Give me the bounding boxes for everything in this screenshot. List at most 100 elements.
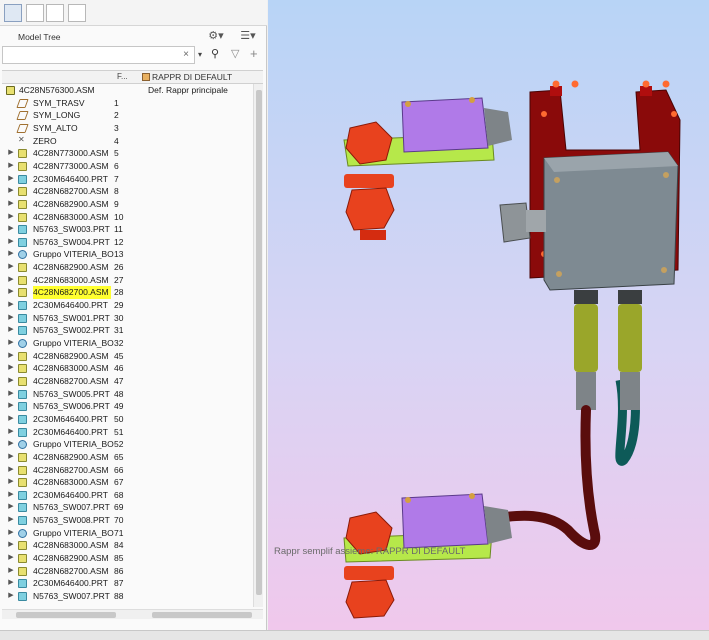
tree-item[interactable]: ▶ 2C30M646400.PRT 68	[2, 489, 252, 502]
expand-arrow-icon[interactable]: ▶	[7, 577, 15, 590]
tree-item[interactable]: ▶ 4C28N682900.ASM 26	[2, 261, 252, 274]
junction-box[interactable]	[543, 151, 679, 291]
expand-arrow-icon[interactable]: ▶	[7, 413, 15, 426]
layers-icon[interactable]	[26, 4, 44, 22]
tree-item[interactable]: ▶ N5763_SW006.PRT 49	[2, 400, 252, 413]
proximity-sensor-bottom[interactable]	[401, 493, 489, 549]
tree-item[interactable]: ▶ N5763_SW005.PRT 48	[2, 388, 252, 401]
find-icon[interactable]: ⚲	[211, 47, 219, 60]
tree-item[interactable]: ▶ N5763_SW007.PRT 88	[2, 590, 252, 603]
tree-item[interactable]: ▶ Gruppo VITERIA_BO 52	[2, 438, 252, 451]
tree-item[interactable]: ▶ 4C28N682900.ASM 45	[2, 350, 252, 363]
expand-arrow-icon[interactable]: ▶	[7, 211, 15, 224]
tree-item[interactable]: ▶ N5763_SW002.PRT 31	[2, 324, 252, 337]
expand-arrow-icon[interactable]: ▶	[7, 426, 15, 439]
assembly-3d-model[interactable]	[268, 0, 709, 630]
expand-arrow-icon[interactable]: ▶	[7, 552, 15, 565]
horizontal-scrollbar[interactable]	[2, 609, 263, 619]
expand-arrow-icon[interactable]: ▶	[7, 476, 15, 489]
feature-number-column-header[interactable]: F...	[117, 72, 128, 81]
cable-gland[interactable]	[499, 202, 531, 243]
tree-item[interactable]: ▶ 2C30M646400.PRT 7	[2, 173, 252, 186]
tree-item[interactable]: ▶ 4C28N683000.ASM 10	[2, 211, 252, 224]
expand-arrow-icon[interactable]: ▶	[7, 362, 15, 375]
search-dropdown-icon[interactable]: ▾	[198, 50, 202, 59]
folder-browser-icon[interactable]	[46, 4, 64, 22]
tree-item[interactable]: SYM_LONG 2	[2, 109, 252, 122]
tree-item[interactable]: ▶ Gruppo VITERIA_BO 32	[2, 337, 252, 350]
expand-arrow-icon[interactable]: ▶	[7, 451, 15, 464]
expand-arrow-icon[interactable]: ▶	[7, 438, 15, 451]
clear-search-icon[interactable]: ×	[183, 49, 189, 60]
hex-nut-lower[interactable]	[345, 187, 395, 231]
connector-left[interactable]	[574, 304, 598, 372]
tree-item[interactable]: ▶ 2C30M646400.PRT 50	[2, 413, 252, 426]
expand-arrow-icon[interactable]: ▶	[7, 539, 15, 552]
expand-arrow-icon[interactable]: ▶	[7, 185, 15, 198]
tree-item[interactable]: ▶ 4C28N682900.ASM 65	[2, 451, 252, 464]
tree-item[interactable]: ▶ 2C30M646400.PRT 29	[2, 299, 252, 312]
expand-arrow-icon[interactable]: ▶	[7, 400, 15, 413]
tree-item[interactable]: ▶ 4C28N773000.ASM 6	[2, 160, 252, 173]
expand-arrow-icon[interactable]: ▶	[7, 173, 15, 186]
expand-arrow-icon[interactable]: ▶	[7, 236, 15, 249]
vertical-scrollbar[interactable]	[253, 84, 263, 607]
expand-arrow-icon[interactable]: ▶	[7, 350, 15, 363]
tree-item[interactable]: ▶ 4C28N683000.ASM 67	[2, 476, 252, 489]
tree-item[interactable]: ▶ 4C28N682700.ASM 47	[2, 375, 252, 388]
tree-item[interactable]: ▶ 2C30M646400.PRT 51	[2, 426, 252, 439]
vertical-scroll-thumb[interactable]	[256, 90, 262, 595]
expand-arrow-icon[interactable]: ▶	[7, 565, 15, 578]
tree-item[interactable]: ▶ 4C28N682700.ASM 66	[2, 464, 252, 477]
tree-item[interactable]: ▶ Gruppo VITERIA_BO 71	[2, 527, 252, 540]
expand-arrow-icon[interactable]: ▶	[7, 464, 15, 477]
expand-arrow-icon[interactable]: ▶	[7, 388, 15, 401]
tree-settings-icon[interactable]: ⚙▾	[206, 29, 226, 43]
expand-arrow-icon[interactable]: ▶	[7, 299, 15, 312]
tree-item[interactable]: ▶ 4C28N682900.ASM 9	[2, 198, 252, 211]
tree-item[interactable]: ▶ 4C28N682700.ASM 86	[2, 565, 252, 578]
tree-item[interactable]: ▶ N5763_SW004.PRT 12	[2, 236, 252, 249]
horizontal-scroll-thumb[interactable]	[16, 612, 116, 618]
tree-item[interactable]: ▶ N5763_SW001.PRT 30	[2, 312, 252, 325]
search-input[interactable]: ×	[2, 46, 195, 64]
tree-item[interactable]: ▶ 4C28N683000.ASM 27	[2, 274, 252, 287]
filter-icon[interactable]: ▽	[231, 47, 239, 60]
tree-item[interactable]: ▶ Gruppo VITERIA_BO 13	[2, 248, 252, 261]
expand-arrow-icon[interactable]: ▶	[7, 261, 15, 274]
tree-item[interactable]: ▶ 4C28N683000.ASM 46	[2, 362, 252, 375]
expand-arrow-icon[interactable]: ▶	[7, 489, 15, 502]
tree-columns-icon[interactable]: ☰▾	[236, 29, 260, 43]
tree-item[interactable]: ZERO 4	[2, 134, 252, 148]
hex-nut-bottom-lower[interactable]	[345, 579, 395, 619]
tree-item[interactable]: ▶ 2C30M646400.PRT 87	[2, 577, 252, 590]
expand-arrow-icon[interactable]: ▶	[7, 147, 15, 160]
tree-item[interactable]: ▶ N5763_SW003.PRT 11	[2, 223, 252, 236]
expand-arrow-icon[interactable]: ▶	[7, 248, 15, 261]
graphics-viewport[interactable]: Rappr semplif assieme: RAPPR DI DEFAULT	[268, 0, 709, 630]
connector-right[interactable]	[618, 304, 642, 372]
tree-item[interactable]: ▶ 4C28N682900.ASM 85	[2, 552, 252, 565]
sensor-cable[interactable]	[493, 405, 601, 550]
tree-item[interactable]: SYM_ALTO 3	[2, 122, 252, 135]
expand-arrow-icon[interactable]: ▶	[7, 286, 15, 299]
expand-arrow-icon[interactable]: ▶	[7, 590, 15, 603]
expand-arrow-icon[interactable]: ▶	[7, 337, 15, 350]
add-column-icon[interactable]: +	[250, 46, 258, 61]
horizontal-scroll-thumb-right[interactable]	[152, 612, 252, 618]
expand-arrow-icon[interactable]: ▶	[7, 223, 15, 236]
expand-arrow-icon[interactable]: ▶	[7, 514, 15, 527]
tree-root-item[interactable]: 4C28N576300.ASM Def. Rappr principale	[2, 84, 252, 97]
representation-column-header[interactable]: RAPPR DI DEFAULT	[142, 72, 262, 82]
expand-arrow-icon[interactable]: ▶	[7, 375, 15, 388]
tree-item[interactable]: ▶ 4C28N682700.ASM 28	[2, 286, 252, 300]
model-tree-icon[interactable]	[4, 4, 22, 22]
tree-item[interactable]: SYM_TRASV 1	[2, 97, 252, 110]
expand-arrow-icon[interactable]: ▶	[7, 501, 15, 514]
expand-arrow-icon[interactable]: ▶	[7, 312, 15, 325]
tree-item[interactable]: ▶ 4C28N683000.ASM 84	[2, 539, 252, 552]
tree-item[interactable]: ▶ N5763_SW008.PRT 70	[2, 514, 252, 527]
tree-item[interactable]: ▶ 4C28N682700.ASM 8	[2, 185, 252, 198]
proximity-sensor-top[interactable]	[401, 97, 489, 153]
favorites-icon[interactable]	[68, 4, 86, 22]
